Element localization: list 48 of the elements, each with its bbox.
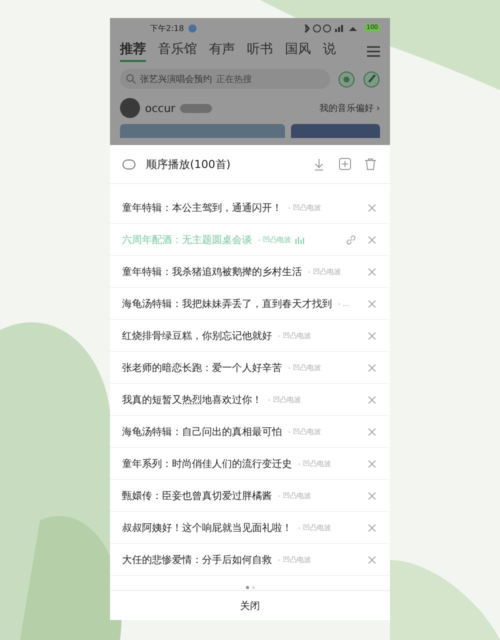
nav-tab[interactable]: 音乐馆 — [158, 40, 197, 62]
link-icon[interactable] — [346, 234, 356, 244]
download-icon[interactable] — [313, 158, 325, 170]
vip-badge-icon — [180, 104, 212, 112]
track-title: 海龟汤特辑：我把妹妹弄丢了，直到春天才找到 — [122, 298, 332, 310]
location-icon — [188, 24, 197, 32]
close-icon[interactable] — [368, 204, 376, 212]
close-icon[interactable] — [368, 492, 376, 500]
trash-icon[interactable] — [365, 158, 376, 170]
music-preference-link[interactable]: 我的音乐偏好 › — [320, 102, 380, 114]
search-icon — [126, 74, 136, 84]
close-icon[interactable] — [368, 524, 376, 532]
loop-icon[interactable] — [122, 158, 136, 170]
equalizer-icon — [294, 236, 304, 244]
close-icon[interactable] — [368, 268, 376, 276]
search-field[interactable]: 张艺兴演唱会预约 正在热搜 — [120, 69, 330, 89]
close-icon[interactable] — [368, 300, 376, 308]
nav-tab[interactable]: 推荐 — [120, 40, 146, 62]
menu-icon[interactable] — [367, 46, 380, 56]
close-icon[interactable] — [368, 556, 376, 564]
track-title: 张老师的暗恋长跑：爱一个人好辛苦 — [122, 362, 282, 374]
add-icon[interactable] — [339, 158, 351, 170]
close-icon[interactable] — [368, 236, 376, 244]
track-title: 大任的悲惨爱情：分手后如何自救 — [122, 554, 272, 566]
track-title: 叔叔阿姨好！这个响屁就当见面礼啦！ — [122, 522, 292, 534]
avatar[interactable] — [120, 98, 140, 118]
status-time: 下午2:18 — [150, 22, 184, 34]
user-name: occur — [145, 102, 176, 114]
play-mode-label: 顺序播放(100首) — [146, 156, 231, 172]
nav-tab[interactable]: 听书 — [247, 40, 273, 62]
track-title: 甄嬛传：臣妾也曾真切爱过胖橘酱 — [122, 490, 272, 502]
close-icon[interactable] — [368, 460, 376, 468]
close-icon[interactable] — [368, 364, 376, 372]
track-title: 海龟汤特辑：自己问出的真相最可怕 — [122, 426, 282, 438]
track-title: 童年特辑：本公主驾到，通通闪开！ — [122, 202, 282, 214]
track-title: 童年特辑：我杀猪追鸡被鹅撵的乡村生活 — [122, 266, 302, 278]
track-title: 童年系列：时尚俏佳人们的流行变迁史 — [122, 458, 292, 470]
nav-tab[interactable]: 国风 — [285, 40, 311, 62]
close-icon[interactable] — [368, 428, 376, 436]
nav-tab[interactable]: 说 — [323, 40, 336, 62]
nav-tab[interactable]: 有声 — [209, 40, 235, 62]
track-title: 我真的短暂又热烈地喜欢过你！ — [122, 394, 262, 406]
track-title: 六周年配酒：无主题圆桌会谈 — [122, 234, 252, 246]
search-placeholder: 张艺兴演唱会预约 — [140, 74, 212, 86]
track-title: 红烧排骨绿豆糕，你别忘记他就好 — [122, 330, 272, 342]
close-icon[interactable] — [368, 396, 376, 404]
close-icon[interactable] — [368, 332, 376, 340]
trending-hint: 正在热搜 — [216, 74, 252, 86]
